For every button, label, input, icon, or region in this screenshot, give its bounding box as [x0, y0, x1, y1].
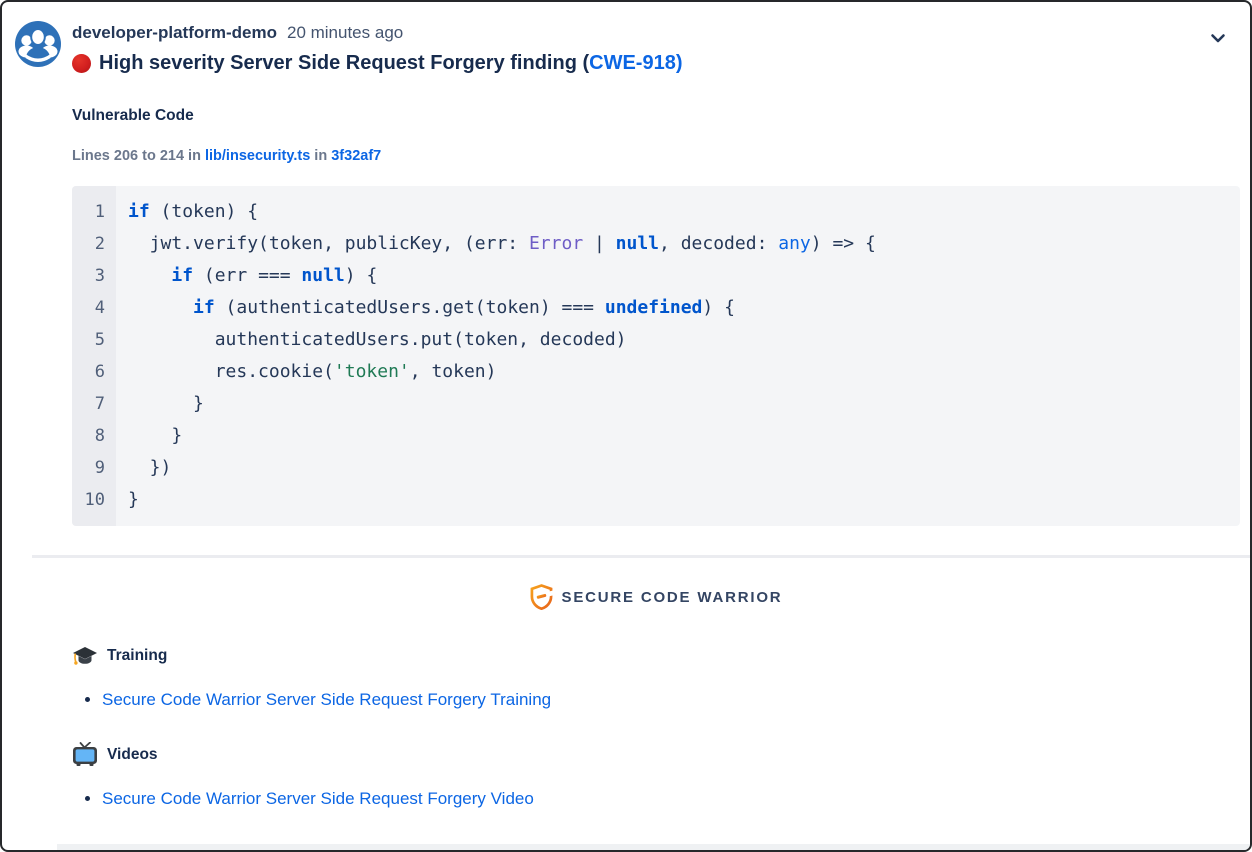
- tv-icon: [72, 742, 98, 767]
- line-number: 8: [72, 420, 116, 452]
- next-element-edge: [57, 844, 1250, 850]
- code-text: }: [116, 388, 1240, 420]
- code-text: }: [116, 420, 1240, 452]
- finding-title: High severity Server Side Request Forger…: [72, 52, 1206, 75]
- vulnerable-code-heading: Vulnerable Code: [72, 107, 1240, 125]
- code-line: 2 jwt.verify(token, publicKey, (err: Err…: [72, 228, 1240, 260]
- training-link[interactable]: Secure Code Warrior Server Side Request …: [102, 690, 551, 709]
- list-item: Secure Code Warrior Server Side Request …: [102, 688, 1240, 712]
- code-text: if (token) {: [116, 196, 1240, 228]
- videos-list: Secure Code Warrior Server Side Request …: [72, 787, 1240, 811]
- code-line: 9 }): [72, 452, 1240, 484]
- line-number: 10: [72, 484, 116, 516]
- file-link[interactable]: lib/insecurity.ts: [205, 148, 310, 164]
- comment-timestamp: 20 minutes ago: [287, 23, 403, 43]
- cwe-link[interactable]: CWE-918): [589, 52, 682, 75]
- training-list: Secure Code Warrior Server Side Request …: [72, 688, 1240, 712]
- code-text: jwt.verify(token, publicKey, (err: Error…: [116, 228, 1240, 260]
- header-main: developer-platform-demo 20 minutes ago H…: [72, 20, 1206, 75]
- training-heading-label: Training: [107, 647, 167, 665]
- code-line: 10}: [72, 484, 1240, 516]
- avatar[interactable]: [14, 20, 62, 68]
- code-text: }: [116, 484, 1240, 516]
- code-line: 5 authenticatedUsers.put(token, decoded): [72, 324, 1240, 356]
- code-text: authenticatedUsers.put(token, decoded): [116, 324, 1240, 356]
- video-link[interactable]: Secure Code Warrior Server Side Request …: [102, 789, 534, 808]
- comment-author[interactable]: developer-platform-demo: [72, 23, 277, 43]
- code-line: 6 res.cookie('token', token): [72, 356, 1240, 388]
- list-item: Secure Code Warrior Server Side Request …: [102, 787, 1240, 811]
- finding-title-text: High severity Server Side Request Forger…: [99, 52, 589, 75]
- comment-body: Vulnerable Code Lines 206 to 214 in lib/…: [2, 107, 1250, 811]
- videos-heading: Videos: [72, 742, 1240, 767]
- scw-shield-icon: [530, 584, 553, 610]
- code-line: 4 if (authenticatedUsers.get(token) === …: [72, 292, 1240, 324]
- code-text: }): [116, 452, 1240, 484]
- lines-range-text: Lines 206 to 214 in: [72, 148, 205, 164]
- line-number: 3: [72, 260, 116, 292]
- byline: developer-platform-demo 20 minutes ago: [72, 20, 1206, 43]
- code-block: 1if (token) {2 jwt.verify(token, publicK…: [72, 186, 1240, 526]
- videos-heading-label: Videos: [107, 746, 158, 764]
- pr-comment-card: developer-platform-demo 20 minutes ago H…: [0, 0, 1252, 852]
- line-number: 2: [72, 228, 116, 260]
- code-line: 7 }: [72, 388, 1240, 420]
- graduation-cap-icon: [72, 644, 98, 668]
- lines-infix-text: in: [310, 148, 331, 164]
- line-number: 7: [72, 388, 116, 420]
- code-line: 8 }: [72, 420, 1240, 452]
- code-line: 1if (token) {: [72, 196, 1240, 228]
- divider: [32, 555, 1250, 558]
- line-number: 1: [72, 196, 116, 228]
- line-number: 9: [72, 452, 116, 484]
- code-line: 3 if (err === null) {: [72, 260, 1240, 292]
- code-text: res.cookie('token', token): [116, 356, 1240, 388]
- code-text: if (authenticatedUsers.get(token) === un…: [116, 292, 1240, 324]
- secure-code-warrior-logo: SECURE CODE WARRIOR: [72, 584, 1240, 610]
- chevron-down-icon[interactable]: [1210, 32, 1226, 46]
- high-severity-icon: [72, 54, 91, 73]
- scw-logo-text: SECURE CODE WARRIOR: [562, 589, 783, 606]
- training-heading: Training: [72, 644, 1240, 668]
- lines-meta: Lines 206 to 214 in lib/insecurity.ts in…: [72, 148, 1240, 164]
- line-number: 5: [72, 324, 116, 356]
- team-avatar-icon: [14, 20, 62, 68]
- line-number: 4: [72, 292, 116, 324]
- commit-link[interactable]: 3f32af7: [331, 148, 381, 164]
- line-number: 6: [72, 356, 116, 388]
- comment-header: developer-platform-demo 20 minutes ago H…: [2, 2, 1250, 75]
- code-text: if (err === null) {: [116, 260, 1240, 292]
